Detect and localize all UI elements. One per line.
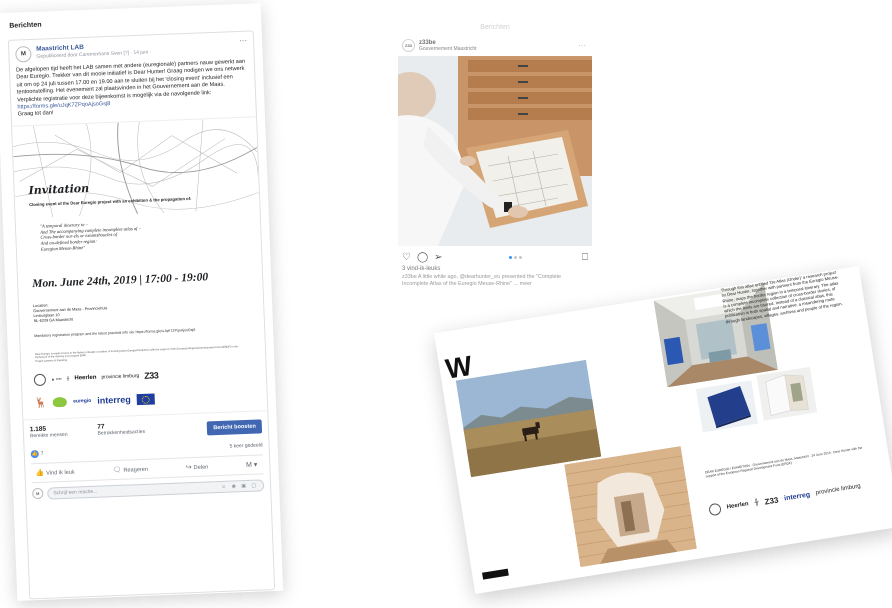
post-closing: Graag tot dan! xyxy=(17,110,54,118)
catalogue-credits: DEAR EUREGIO / EXHIBITION · Gouvernement… xyxy=(704,445,863,479)
invitation-quote: "A temporal itinerary to – And The accom… xyxy=(40,216,231,252)
blue-book-photo xyxy=(695,380,759,433)
instagram-header: Z33 z33be Gouvernement Maastricht ··· xyxy=(402,39,592,52)
page-switch-icon: M ▾ xyxy=(245,461,258,469)
interreg-logo: interreg xyxy=(97,394,131,407)
send-icon[interactable]: ➢ xyxy=(434,252,442,263)
green-logo-icon xyxy=(53,397,68,408)
post-header: M Maastricht LAB Gepubliceerd door Carem… xyxy=(15,36,247,63)
page-avatar[interactable]: M xyxy=(15,45,32,63)
boost-post-button[interactable]: Bericht boosten xyxy=(207,419,263,436)
broken-wall-icon xyxy=(564,446,697,568)
catalogue-body-text: Through this atlas entitled 'De Atlas (O… xyxy=(720,269,843,325)
carousel-indicator xyxy=(508,256,522,259)
event-location: Location: Gouvernement aan de Maas - Pro… xyxy=(33,296,234,324)
instagram-caption: z33be A little while ago, @dearhunter_eu… xyxy=(402,274,562,287)
commenter-avatar: M xyxy=(32,488,44,500)
instagram-location[interactable]: Gouvernement Maastricht xyxy=(419,46,477,52)
bookmark-icon[interactable]: ⎕ xyxy=(582,252,588,263)
provincie-limburg-logo: provincie limburg xyxy=(101,372,140,381)
small-logo-icon: ▲ ▪▪▪▪ xyxy=(50,376,62,382)
comment-composer: M Schrijf een reactie... ☺ ◉ ▣ ▢ xyxy=(32,479,265,500)
facebook-post-card: Berichten M Maastricht LAB Gepubliceerd … xyxy=(0,3,284,601)
instagram-avatar[interactable]: Z33 xyxy=(402,39,415,52)
like-label: Vind ik leuk xyxy=(46,469,75,477)
horse-landscape-icon xyxy=(455,359,602,478)
open-book-icon xyxy=(765,374,809,416)
instagram-photo[interactable] xyxy=(398,56,592,246)
more-options-icon[interactable]: ··· xyxy=(578,41,586,50)
post-text: De afgelopen tijd heeft het LAB samen me… xyxy=(16,59,250,120)
event-date: Mon. June 24th, 2019 | 17:00 - 19:00 xyxy=(31,271,209,290)
comment-label: Reageren xyxy=(123,466,149,474)
share-label: Delen xyxy=(193,464,209,471)
instagram-likes[interactable]: 3 vind-ik-leuks xyxy=(402,266,592,272)
circle-logo-icon xyxy=(708,502,722,517)
comment-input[interactable]: Schrijf een reactie... ☺ ◉ ▣ ▢ xyxy=(47,479,265,500)
partner-logos-row-1: ▲ ▪▪▪▪ ╫ Heerlen provincie limburg Z33 xyxy=(33,366,244,386)
heerlen-logo: Heerlen xyxy=(74,374,97,382)
engagement-stat[interactable]: 77 Betrokkenheidsacties xyxy=(97,422,146,437)
comment-icon[interactable]: ◯ xyxy=(417,252,428,263)
more-options-icon[interactable]: ··· xyxy=(239,36,247,45)
audience-selector[interactable]: M ▾ xyxy=(245,460,260,469)
like-button[interactable]: 👍 Vind ik leuk xyxy=(35,467,75,477)
comment-placeholder: Schrijf een reactie... xyxy=(53,488,98,497)
thumbs-up-icon: 👍 xyxy=(35,469,45,477)
comment-icon: 🗨 xyxy=(112,466,122,474)
shares-count[interactable]: 5 keer gedeeld xyxy=(229,442,262,449)
eu-flag-icon xyxy=(136,393,155,405)
catalogue-logos: Heerlen ╫ Z33 interreg provincie limburg xyxy=(708,476,888,517)
post: M Maastricht LAB Gepubliceerd door Carem… xyxy=(7,30,276,600)
reach-stat[interactable]: 1.185 Bereikte mensen xyxy=(29,425,68,440)
archive-drawers-photo-icon xyxy=(398,56,592,246)
open-book-photo xyxy=(756,366,818,421)
euregio-logo: euregio xyxy=(73,398,92,405)
broken-wall-photo xyxy=(564,446,697,568)
like-reaction-icon[interactable]: 👍 xyxy=(30,449,39,459)
post-stats: 1.185 Bereikte mensen 77 Betrokkenheidsa… xyxy=(29,417,263,442)
horse-landscape-photo xyxy=(455,359,602,478)
registration-info: Mandatory registration program and the l… xyxy=(34,327,196,338)
reactions-count[interactable]: 7 xyxy=(41,451,44,457)
share-icon: ↪ xyxy=(185,463,192,472)
instagram-post-card: Berichten Z33 z33be Gouvernement Maastri… xyxy=(398,14,592,334)
z33-logo: Z33 xyxy=(144,370,159,381)
reach-label: Bereikte mensen xyxy=(29,431,68,440)
partner-logos-row-2: 🦌 euregio interreg xyxy=(35,390,245,409)
invitation-title: Invitation xyxy=(28,181,90,197)
section-title: Berichten xyxy=(9,21,42,30)
circle-logo-icon xyxy=(33,373,47,386)
heerlen-logo: Heerlen xyxy=(726,501,750,511)
heart-icon[interactable]: ♡ xyxy=(402,252,411,263)
fine-print: Dear Euregio is made in turns to the fla… xyxy=(35,345,245,363)
engagement-label: Betrokkenheidsacties xyxy=(97,428,146,437)
column-logo-icon: ╫ xyxy=(754,499,760,507)
instagram-actions: ♡ ◯ ➢ ⎕ xyxy=(402,252,588,263)
post-body: De afgelopen tijd heeft het LAB samen me… xyxy=(15,58,246,104)
invitation-image[interactable]: Invitation Closing event of the Dear Eur… xyxy=(12,116,268,421)
antlers-logo-icon: 🦌 xyxy=(34,397,48,409)
share-button[interactable]: ↪ Delen xyxy=(186,462,209,471)
blue-book-icon xyxy=(707,386,751,429)
z33-logo: Z33 xyxy=(763,494,780,507)
black-bar xyxy=(482,568,509,580)
comment-button[interactable]: 🗨 Reageren xyxy=(112,465,148,474)
instagram-top-label: Berichten xyxy=(480,24,510,31)
provincie-limburg-logo: provincie limburg xyxy=(815,483,862,497)
interreg-logo: interreg xyxy=(783,490,811,502)
column-logo-icon: ╫ xyxy=(66,376,70,382)
emoji-camera-gif-sticker-icons[interactable]: ☺ ◉ ▣ ▢ xyxy=(221,482,258,489)
